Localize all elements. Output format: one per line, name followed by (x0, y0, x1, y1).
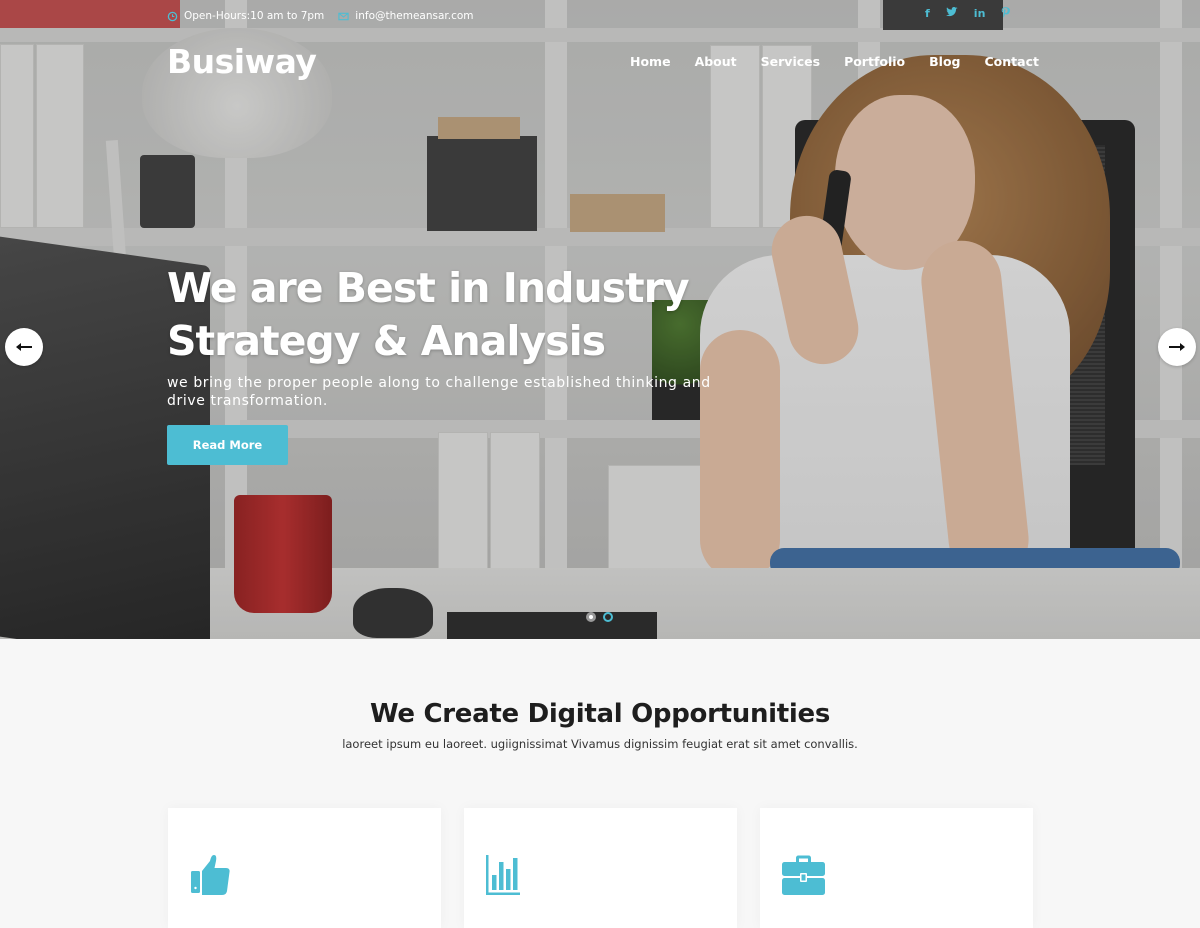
clock-icon (167, 11, 178, 22)
nav-about[interactable]: About (695, 54, 737, 69)
nav-contact[interactable]: Contact (985, 54, 1039, 69)
linkedin-icon[interactable]: in (974, 7, 986, 21)
hero-title: We are Best in Industry Strategy & Analy… (167, 262, 690, 368)
hero-slider: Open-Hours:10 am to 7pm info@themeansar.… (0, 0, 1200, 639)
slider-dot-1[interactable] (586, 612, 596, 622)
nav-services[interactable]: Services (761, 54, 820, 69)
service-card[interactable] (760, 808, 1033, 928)
facebook-icon[interactable]: f (925, 7, 930, 21)
email-link[interactable]: info@themeansar.com (355, 10, 473, 22)
hero-title-line-2: Strategy & Analysis (167, 317, 606, 365)
service-cards (168, 808, 1033, 928)
opening-hours: Open-Hours:10 am to 7pm (167, 10, 324, 22)
email-contact[interactable]: info@themeansar.com (338, 10, 474, 22)
social-links: f in (925, 7, 1011, 21)
top-info-bar: Open-Hours:10 am to 7pm info@themeansar.… (167, 8, 474, 24)
nav-home[interactable]: Home (630, 54, 671, 69)
arrow-right-icon (1169, 343, 1185, 351)
main-nav: Home About Services Portfolio Blog Conta… (630, 54, 1039, 69)
pinterest-icon[interactable] (1001, 7, 1011, 21)
read-more-button[interactable]: Read More (167, 425, 288, 465)
hero-subtitle: we bring the proper people along to chal… (167, 375, 711, 409)
service-card[interactable] (464, 808, 737, 928)
nav-portfolio[interactable]: Portfolio (844, 54, 905, 69)
thumbs-up-icon (191, 855, 230, 895)
site-logo[interactable]: Busiway (167, 42, 317, 81)
slider-next-button[interactable] (1158, 328, 1196, 366)
section-subtitle: laoreet ipsum eu laoreet. ugiignissimat … (342, 737, 858, 751)
section-title: We Create Digital Opportunities (369, 699, 831, 729)
envelope-icon (338, 11, 349, 22)
hero-title-line-1: We are Best in Industry (167, 264, 690, 312)
slider-dot-2[interactable] (603, 612, 613, 622)
slider-prev-button[interactable] (5, 328, 43, 366)
opening-hours-text: Open-Hours:10 am to 7pm (184, 10, 325, 22)
services-section: We Create Digital Opportunities laoreet … (0, 639, 1200, 928)
service-card[interactable] (168, 808, 441, 928)
slider-pagination (586, 612, 613, 622)
briefcase-icon (782, 855, 825, 895)
twitter-icon[interactable] (945, 7, 958, 21)
bar-chart-icon (486, 855, 520, 895)
nav-blog[interactable]: Blog (929, 54, 960, 69)
arrow-left-icon (16, 343, 32, 351)
